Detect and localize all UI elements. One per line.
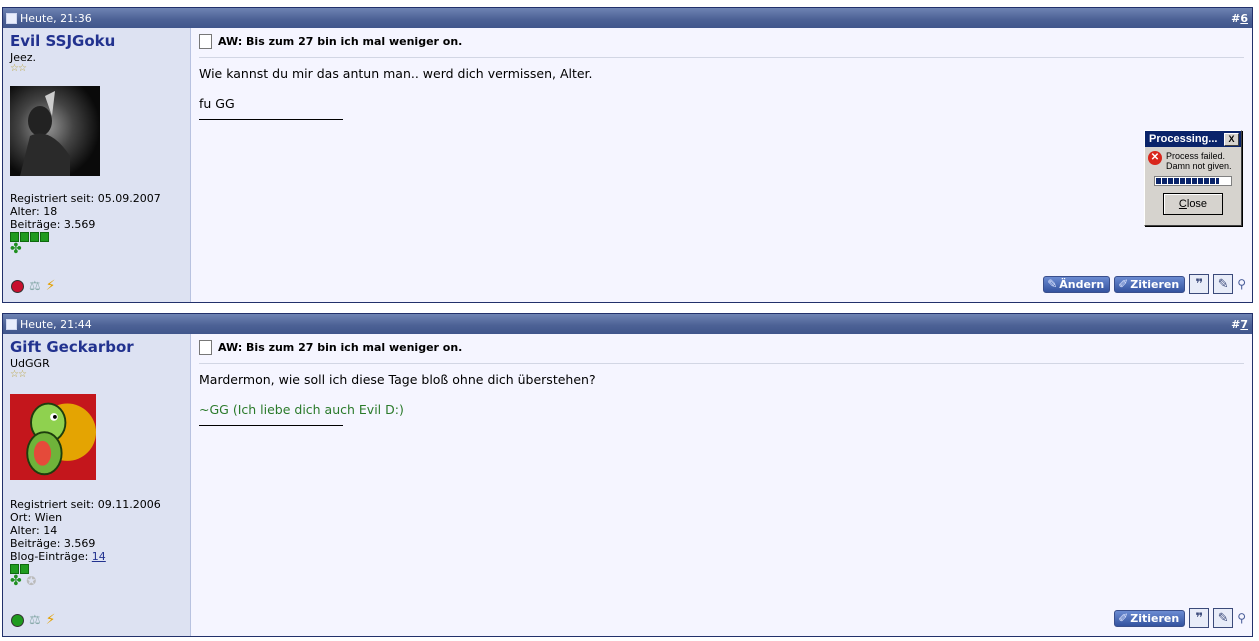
post-number[interactable]: #6 <box>1231 12 1248 25</box>
post-count: Beiträge: 3.569 <box>10 537 96 550</box>
post-message: Wie kannst du mir das antun man.. werd d… <box>199 66 593 81</box>
post-actions: ✎ Ändern ✐ Zitieren ❞ ✎ ⚲ <box>1043 274 1246 294</box>
dialog-close-icon[interactable]: X <box>1224 132 1239 146</box>
post-signature-text: fu GG <box>199 96 235 111</box>
user-info-panel: Gift Geckarbor UdGGR ☆☆ Registriert seit… <box>3 334 191 636</box>
message-panel: AW: Bis zum 27 bin ich mal weniger on. W… <box>191 28 1252 302</box>
dialog-progress-bar <box>1154 176 1232 186</box>
online-status-icon <box>11 279 24 293</box>
user-title: UdGGR <box>10 357 50 370</box>
rank-stars-icon: ☆☆ <box>10 63 27 74</box>
quick-reply-icon[interactable]: ✎ <box>1213 608 1234 628</box>
quote-icon: ✐ <box>1118 611 1129 625</box>
post-title: AW: Bis zum 27 bin ich mal weniger on. <box>218 341 463 354</box>
quick-reply-icon[interactable]: ✎ <box>1213 274 1234 294</box>
post-date: Heute, 21:36 <box>20 11 92 25</box>
edit-button-label: Ändern <box>1059 277 1105 291</box>
edit-button[interactable]: ✎ Ändern <box>1043 275 1111 293</box>
post-message: Mardermon, wie soll ich diese Tage bloß … <box>199 372 596 387</box>
avatar[interactable] <box>10 392 96 482</box>
user-stats: Registriert seit: 05.09.2007 Alter: 18 B… <box>10 192 183 231</box>
signature-divider <box>199 119 343 120</box>
blog-entries-label: Blog-Einträge: <box>10 550 92 563</box>
edit-icon: ✎ <box>1047 277 1058 291</box>
award-icon: ✪ <box>26 574 37 588</box>
clover-icon: ✤ <box>10 241 22 257</box>
dialog-title: Processing... <box>1149 133 1218 145</box>
post-date-icon <box>6 318 17 330</box>
post-title: AW: Bis zum 27 bin ich mal weniger on. <box>218 35 463 48</box>
username[interactable]: Evil SSJGoku <box>10 32 183 50</box>
processing-dialog: Processing... X ✕ Process failed. Damn n… <box>1144 130 1242 226</box>
avatar[interactable] <box>10 86 100 176</box>
registered-date: Registriert seit: 05.09.2007 <box>10 192 161 205</box>
dialog-close-button-accel: C <box>1178 198 1187 210</box>
dialog-progress-fill <box>1156 178 1219 184</box>
username[interactable]: Gift Geckarbor <box>10 338 183 356</box>
user-title: Jeez. <box>10 51 37 64</box>
post-header: Heute, 21:36 #6 <box>3 8 1252 28</box>
post-number[interactable]: #7 <box>1231 318 1248 331</box>
rank-stars-icon: ☆☆ <box>10 369 27 380</box>
post-7: Heute, 21:44 #7 Gift Geckarbor UdGGR ☆☆ … <box>2 313 1253 637</box>
user-info-panel: Evil SSJGoku Jeez. ☆☆ Registriert seit: … <box>3 28 191 302</box>
post-icon <box>199 34 212 49</box>
registered-date: Registriert seit: 09.11.2006 <box>10 498 161 511</box>
post-count: Beiträge: 3.569 <box>10 218 96 231</box>
multi-quote-icon[interactable]: ❞ <box>1189 274 1210 294</box>
reputation-scale-icon[interactable]: ⚖ <box>29 279 41 294</box>
dialog-message-line1: Process failed. <box>1166 151 1226 161</box>
quote-button[interactable]: ✐ Zitieren <box>1114 609 1186 627</box>
clover-icon: ✤ ✪ <box>10 573 37 589</box>
user-location: Ort: Wien <box>10 511 63 524</box>
quote-icon: ✐ <box>1118 277 1129 291</box>
ip-info-icon[interactable]: ⚲ <box>1237 277 1246 291</box>
post-signature-text: ~GG (Ich liebe dich auch Evil D:) <box>199 402 404 417</box>
report-bolt-icon[interactable]: ⚡ <box>46 278 56 294</box>
signature-divider <box>199 425 343 426</box>
post-number-link[interactable]: 6 <box>1240 12 1248 25</box>
user-age: Alter: 18 <box>10 205 58 218</box>
reputation-bar <box>10 564 183 574</box>
post-number-link[interactable]: 7 <box>1240 318 1248 331</box>
report-bolt-icon[interactable]: ⚡ <box>46 612 56 628</box>
ip-info-icon[interactable]: ⚲ <box>1237 611 1246 625</box>
quote-button-label: Zitieren <box>1130 277 1180 291</box>
post-number-prefix: # <box>1231 11 1241 25</box>
post-icon <box>199 340 212 355</box>
post-number-prefix: # <box>1231 317 1241 331</box>
online-status-icon <box>11 613 24 627</box>
message-panel: AW: Bis zum 27 bin ich mal weniger on. M… <box>191 334 1252 636</box>
multi-quote-icon[interactable]: ❞ <box>1189 608 1210 628</box>
blog-entries: Blog-Einträge: 14 <box>10 550 183 563</box>
reputation-scale-icon[interactable]: ⚖ <box>29 613 41 628</box>
blog-entries-link[interactable]: 14 <box>92 550 106 563</box>
user-age: Alter: 14 <box>10 524 58 537</box>
post-6: Heute, 21:36 #6 Evil SSJGoku Jeez. ☆☆ Re… <box>2 7 1253 303</box>
dialog-message-line2: Damn not given. <box>1166 161 1232 171</box>
post-date-icon <box>6 12 17 24</box>
error-icon: ✕ <box>1148 151 1162 165</box>
quote-button[interactable]: ✐ Zitieren <box>1114 275 1186 293</box>
post-date: Heute, 21:44 <box>20 317 92 331</box>
dialog-close-button[interactable]: Close <box>1163 193 1223 215</box>
quote-button-label: Zitieren <box>1130 611 1180 625</box>
post-header: Heute, 21:44 #7 <box>3 314 1252 334</box>
reputation-bar <box>10 232 183 242</box>
user-stats: Registriert seit: 09.11.2006 Ort: Wien A… <box>10 498 183 563</box>
dialog-close-button-label: lose <box>1186 198 1208 210</box>
post-actions: ✐ Zitieren ❞ ✎ ⚲ <box>1114 608 1246 628</box>
